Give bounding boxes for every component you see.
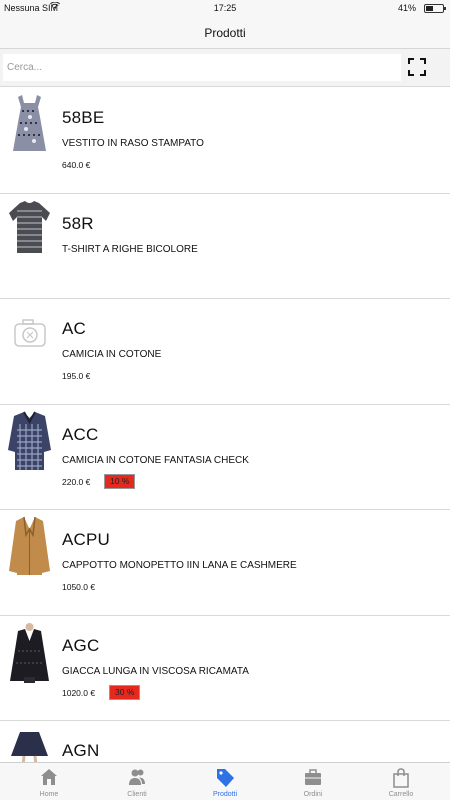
tag-icon bbox=[217, 769, 234, 787]
product-code: AC bbox=[62, 319, 87, 338]
tab-cart[interactable]: Carrello bbox=[356, 763, 446, 800]
home-icon bbox=[41, 769, 57, 785]
product-description: CAMICIA IN COTONE bbox=[62, 349, 162, 360]
page-title: Prodotti bbox=[204, 26, 246, 40]
tab-home[interactable]: Home bbox=[4, 763, 94, 800]
product-price: 195.0 € bbox=[62, 371, 91, 381]
product-row[interactable]: ACPU CAPPOTTO MONOPETTO IIN LANA E CASHM… bbox=[0, 510, 450, 616]
customers-icon bbox=[129, 769, 145, 785]
product-description: CAPPOTTO MONOPETTO IIN LANA E CASHMERE bbox=[62, 560, 297, 571]
product-row[interactable]: 58R T-SHIRT A RIGHE BICOLORE bbox=[0, 194, 450, 299]
product-list: 58BE VESTITO IN RASO STAMPATO 640.0 € 58… bbox=[0, 88, 450, 762]
tab-label: Clienti bbox=[127, 791, 147, 798]
jacket-photo bbox=[6, 620, 53, 683]
barcode-scan-button[interactable] bbox=[406, 56, 428, 78]
skirt-photo bbox=[6, 726, 53, 762]
product-code: AGN bbox=[62, 741, 100, 760]
product-row[interactable]: AC CAMICIA IN COTONE 195.0 € bbox=[0, 299, 450, 405]
product-price: 220.0 € bbox=[62, 476, 91, 487]
product-row[interactable]: 58BE VESTITO IN RASO STAMPATO 640.0 € bbox=[0, 88, 450, 194]
scan-frame-icon bbox=[408, 58, 426, 76]
product-description: GIACCA LUNGA IN VISCOSA RICAMATA bbox=[62, 665, 249, 677]
tab-orders[interactable]: Ordini bbox=[268, 763, 358, 800]
product-code: ACPU bbox=[62, 530, 111, 549]
discount-badge: 30 % bbox=[109, 684, 141, 700]
coat-photo bbox=[6, 515, 53, 577]
tab-customers[interactable]: Clienti bbox=[92, 763, 182, 800]
tshirt-photo bbox=[6, 198, 53, 261]
search-bar bbox=[0, 49, 450, 87]
product-code: ACC bbox=[62, 424, 99, 444]
check-shirt-photo bbox=[6, 409, 53, 472]
navigation-bar: Prodotti bbox=[0, 16, 450, 49]
shopping-bag-icon bbox=[393, 768, 409, 788]
tab-label: Ordini bbox=[303, 791, 323, 798]
tab-label: Prodotti bbox=[212, 791, 238, 798]
discount-badge: 10 % bbox=[104, 473, 136, 489]
product-code: 58R bbox=[62, 213, 94, 233]
search-input[interactable] bbox=[3, 54, 401, 81]
product-price: 1050.0 € bbox=[62, 582, 96, 592]
tab-products[interactable]: Prodotti bbox=[180, 763, 270, 800]
product-row[interactable]: AGC GIACCA LUNGA IN VISCOSA RICAMATA 102… bbox=[0, 616, 450, 721]
clock: 17:25 bbox=[213, 3, 237, 13]
battery-percentage: 41% bbox=[397, 3, 416, 13]
tab-label: Carrello bbox=[388, 791, 414, 798]
product-code: 58BE bbox=[62, 108, 105, 127]
product-row[interactable]: AGN bbox=[0, 721, 450, 762]
product-description: T-SHIRT A RIGHE BICOLORE bbox=[62, 243, 198, 255]
battery-icon bbox=[424, 4, 446, 13]
product-price: 1020.0 € bbox=[62, 687, 96, 698]
briefcase-icon bbox=[305, 769, 321, 785]
dress-photo bbox=[6, 93, 53, 155]
product-row[interactable]: ACC CAMICIA IN COTONE FANTASIA CHECK 220… bbox=[0, 405, 450, 510]
tab-bar: Home Clienti Prodotti Ordini Carrello bbox=[0, 762, 450, 800]
status-bar: Nessuna SIM 17:25 41% bbox=[0, 0, 450, 16]
product-description: CAMICIA IN COTONE FANTASIA CHECK bbox=[62, 454, 249, 466]
product-code: AGC bbox=[62, 635, 100, 655]
tab-label: Home bbox=[39, 791, 59, 798]
product-description: VESTITO IN RASO STAMPATO bbox=[62, 138, 204, 149]
camera-placeholder-icon bbox=[6, 304, 53, 366]
product-price: 640.0 € bbox=[62, 160, 91, 170]
